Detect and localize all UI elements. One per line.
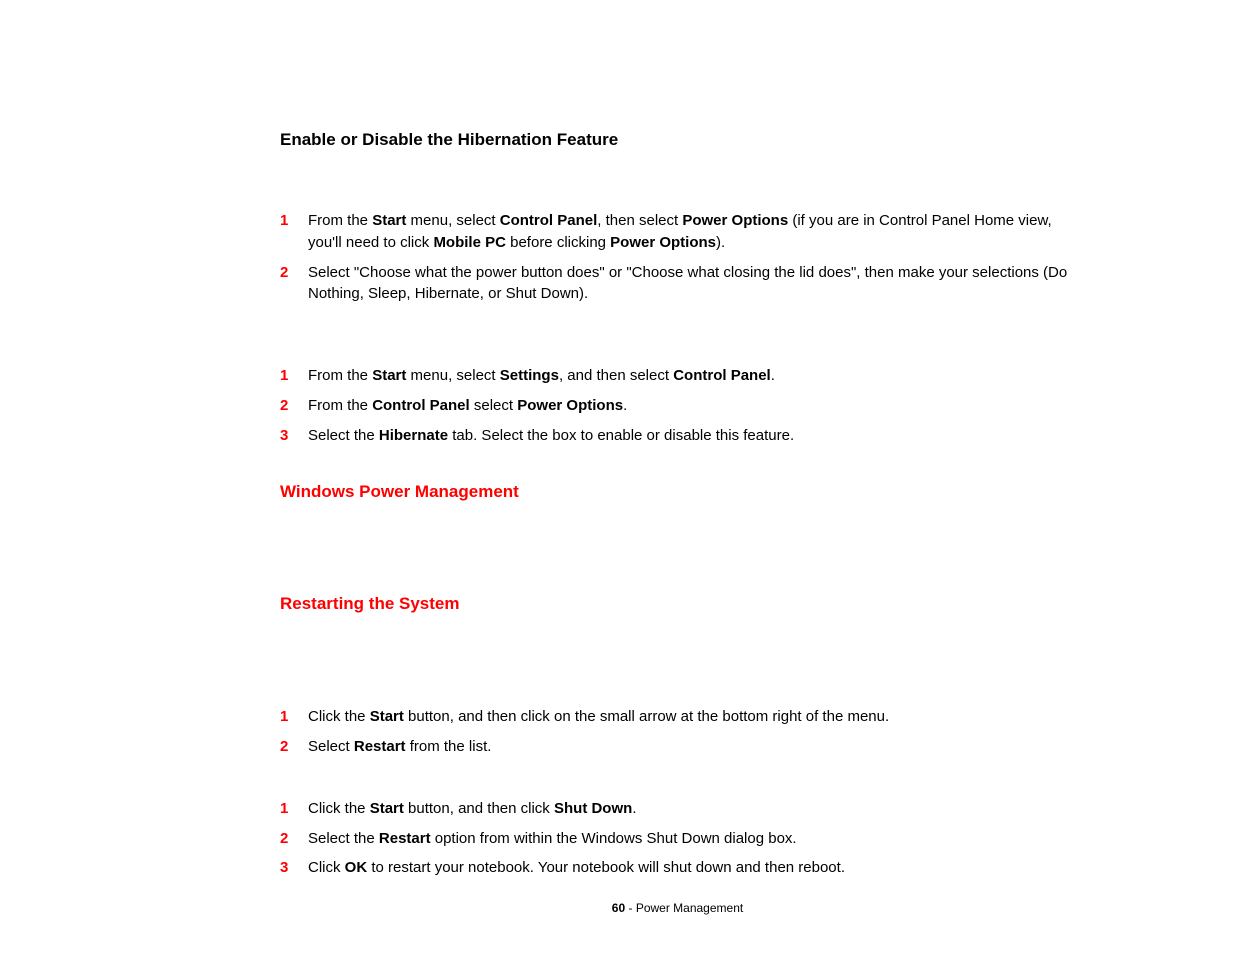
list-item: 1 From the Start menu, select Control Pa… xyxy=(280,210,1075,254)
list-item: 1 From the Start menu, select Settings, … xyxy=(280,365,1075,387)
step-number: 2 xyxy=(280,395,308,417)
step-number: 1 xyxy=(280,210,308,232)
heading-restarting-system: Restarting the System xyxy=(280,594,1075,614)
list-hibernation-vista: 1 From the Start menu, select Control Pa… xyxy=(280,210,1075,305)
step-text: Select Restart from the list. xyxy=(308,736,1075,758)
list-item: 2 Select Restart from the list. xyxy=(280,736,1075,758)
document-page: Enable or Disable the Hibernation Featur… xyxy=(0,0,1235,915)
step-number: 1 xyxy=(280,706,308,728)
page-footer: 60 - Power Management xyxy=(280,901,1075,915)
heading-hibernation: Enable or Disable the Hibernation Featur… xyxy=(280,130,1075,150)
list-item: 2 From the Control Panel select Power Op… xyxy=(280,395,1075,417)
step-number: 1 xyxy=(280,798,308,820)
step-number: 2 xyxy=(280,828,308,850)
step-text: Select the Hibernate tab. Select the box… xyxy=(308,425,1075,447)
step-number: 1 xyxy=(280,365,308,387)
step-text: From the Start menu, select Control Pane… xyxy=(308,210,1075,254)
step-number: 2 xyxy=(280,262,308,284)
list-item: 3 Click OK to restart your notebook. You… xyxy=(280,857,1075,879)
list-hibernation-xp: 1 From the Start menu, select Settings, … xyxy=(280,365,1075,446)
step-number: 3 xyxy=(280,857,308,879)
list-item: 2 Select "Choose what the power button d… xyxy=(280,262,1075,306)
list-item: 2 Select the Restart option from within … xyxy=(280,828,1075,850)
step-text: Click the Start button, and then click o… xyxy=(308,706,1075,728)
step-number: 3 xyxy=(280,425,308,447)
list-restart-xp: 1 Click the Start button, and then click… xyxy=(280,798,1075,879)
step-number: 2 xyxy=(280,736,308,758)
page-number: 60 xyxy=(612,901,625,915)
step-text: Select "Choose what the power button doe… xyxy=(308,262,1075,306)
footer-separator: - xyxy=(625,901,636,915)
step-text: From the Control Panel select Power Opti… xyxy=(308,395,1075,417)
step-text: Click the Start button, and then click S… xyxy=(308,798,1075,820)
step-text: Select the Restart option from within th… xyxy=(308,828,1075,850)
step-text: Click OK to restart your notebook. Your … xyxy=(308,857,1075,879)
heading-windows-power-management: Windows Power Management xyxy=(280,482,1075,502)
footer-section-title: Power Management xyxy=(636,901,743,915)
list-item: 1 Click the Start button, and then click… xyxy=(280,798,1075,820)
list-restart-vista: 1 Click the Start button, and then click… xyxy=(280,706,1075,758)
list-item: 1 Click the Start button, and then click… xyxy=(280,706,1075,728)
step-text: From the Start menu, select Settings, an… xyxy=(308,365,1075,387)
list-item: 3 Select the Hibernate tab. Select the b… xyxy=(280,425,1075,447)
